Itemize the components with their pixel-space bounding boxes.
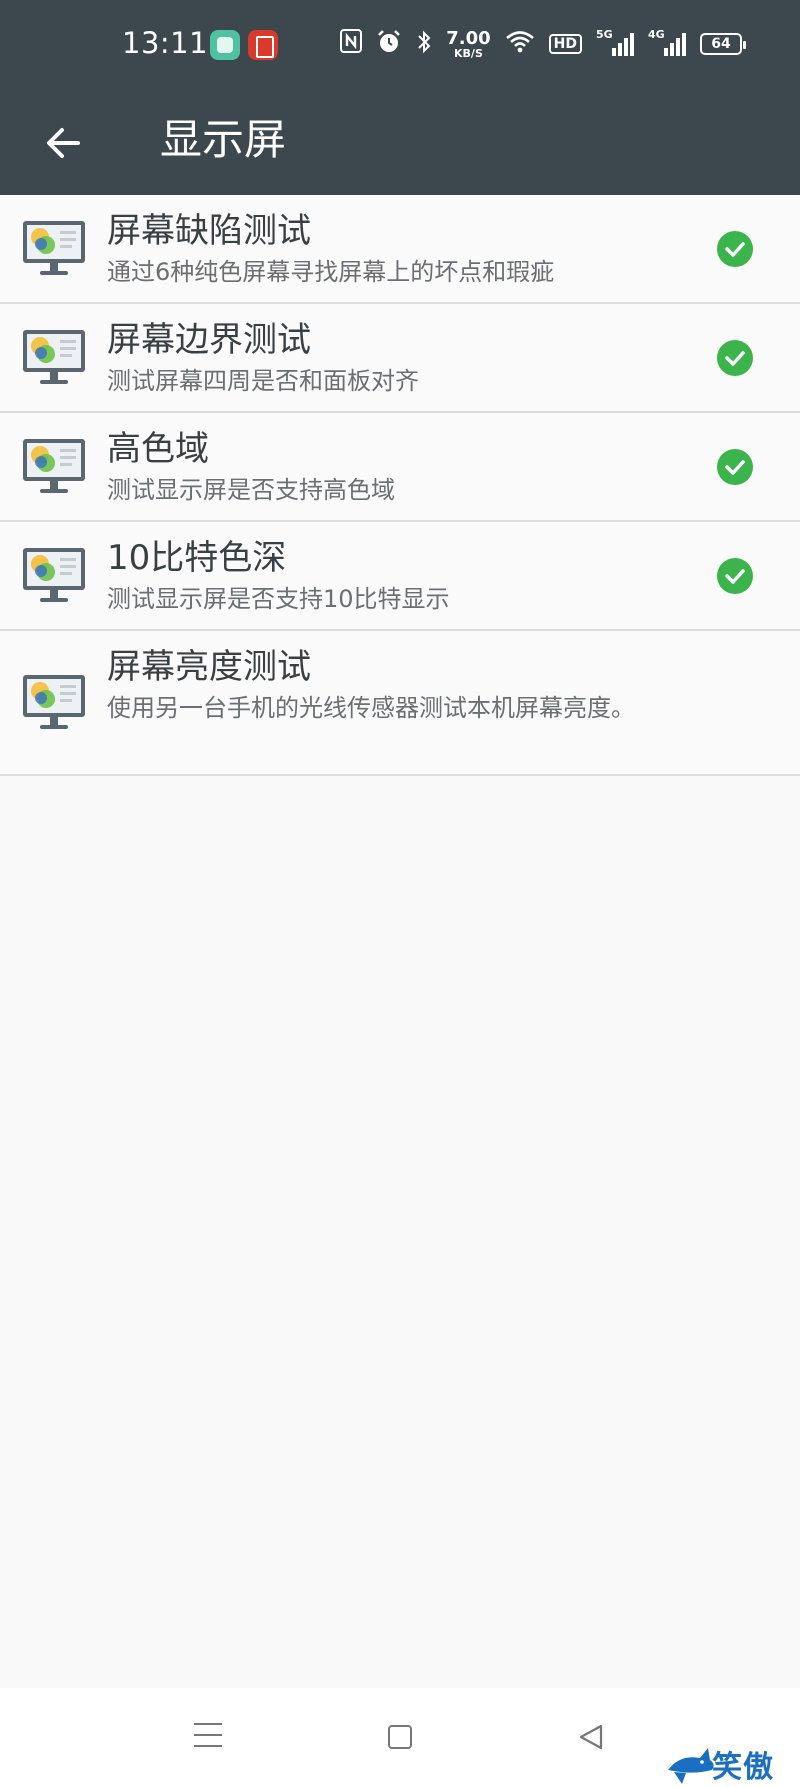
- back-icon[interactable]: [576, 1722, 606, 1752]
- network-speed: 7.00 KB/S: [446, 27, 491, 60]
- menu-icon[interactable]: [194, 1723, 222, 1747]
- item-description: 测试显示屏是否支持高色域: [107, 476, 395, 504]
- item-title: 10比特色深: [107, 538, 287, 578]
- check-circle-icon: [717, 449, 753, 485]
- monitor-icon: [23, 548, 85, 602]
- nfc-icon: [340, 29, 363, 59]
- alarm-icon: [376, 29, 402, 60]
- page-title: 显示屏: [160, 115, 287, 164]
- home-icon[interactable]: [388, 1725, 412, 1749]
- monitor-icon: [23, 330, 85, 384]
- bluetooth-icon: [416, 29, 432, 60]
- notification-app-icon-2: [248, 30, 278, 60]
- arrow-left-icon[interactable]: [40, 118, 90, 168]
- item-description: 通过6种纯色屏幕寻找屏幕上的坏点和瑕疵: [107, 258, 555, 286]
- check-circle-icon: [717, 231, 753, 267]
- speed-value: 7.00: [446, 27, 491, 49]
- test-list: 屏幕缺陷测试 通过6种纯色屏幕寻找屏幕上的坏点和瑕疵 屏幕边界测试 测试屏幕四周…: [0, 195, 800, 776]
- status-icons: 7.00 KB/S HD 5G 4G 64: [340, 26, 746, 62]
- battery-icon: 64: [700, 33, 746, 55]
- item-description: 测试显示屏是否支持10比特显示: [107, 585, 450, 613]
- item-title: 屏幕边界测试: [107, 320, 311, 360]
- check-circle-icon: [717, 340, 753, 376]
- watermark-text: 笑傲网: [712, 1750, 774, 1785]
- item-description: 测试屏幕四周是否和面板对齐: [107, 367, 419, 395]
- item-description: 使用另一台手机的光线传感器测试本机屏幕亮度。: [107, 694, 635, 722]
- list-item-screen-defect[interactable]: 屏幕缺陷测试 通过6种纯色屏幕寻找屏幕上的坏点和瑕疵: [0, 195, 800, 304]
- app-bar: 显示屏: [0, 90, 800, 195]
- status-bar: 13:11 7.00 KB/S HD 5G 4G 64: [0, 0, 800, 90]
- list-item-wide-gamut[interactable]: 高色域 测试显示屏是否支持高色域: [0, 413, 800, 522]
- speed-unit: KB/S: [454, 46, 483, 60]
- monitor-icon: [23, 439, 85, 493]
- status-time: 13:11: [122, 26, 209, 60]
- item-title: 屏幕亮度测试: [107, 647, 311, 687]
- signal-5g-icon: 5G: [596, 28, 634, 56]
- list-item-10bit-depth[interactable]: 10比特色深 测试显示屏是否支持10比特显示: [0, 522, 800, 631]
- check-circle-icon: [717, 558, 753, 594]
- monitor-icon: [23, 221, 85, 275]
- monitor-icon: [23, 675, 85, 729]
- signal-4g-icon: 4G: [648, 28, 686, 56]
- wifi-icon: [505, 30, 535, 59]
- notification-app-icon: [210, 30, 240, 60]
- hd-badge: HD: [548, 34, 582, 54]
- list-item-screen-border[interactable]: 屏幕边界测试 测试屏幕四周是否和面板对齐: [0, 304, 800, 413]
- item-title: 高色域: [107, 429, 209, 469]
- item-title: 屏幕缺陷测试: [107, 211, 311, 251]
- list-item-brightness[interactable]: 屏幕亮度测试 使用另一台手机的光线传感器测试本机屏幕亮度。: [0, 631, 800, 776]
